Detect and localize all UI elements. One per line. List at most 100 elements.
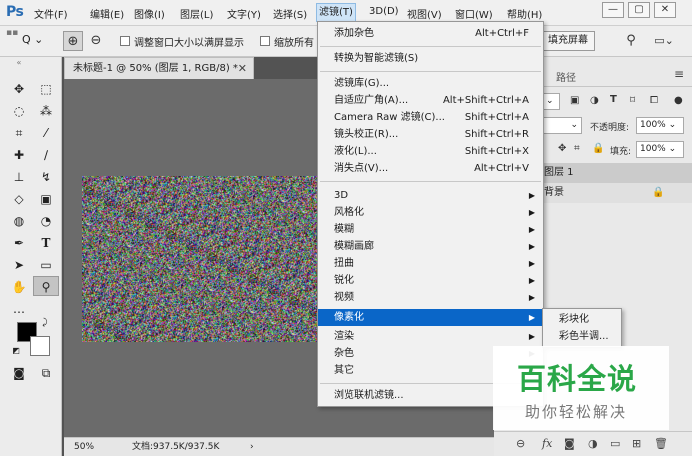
minimize-button[interactable]: — — [602, 2, 624, 18]
healing-brush-tool-icon[interactable]: ✚ — [6, 145, 32, 165]
smart-object-filter-icon[interactable]: ⧠ — [650, 95, 658, 106]
link-layers-icon[interactable]: ⊖ — [516, 437, 525, 450]
menu-3d[interactable]: 3D(D) — [369, 6, 399, 17]
menu-item-adaptive-wide-angle[interactable]: 自适应广角(A)... Alt+Shift+Ctrl+A — [318, 92, 543, 109]
menu-filter[interactable]: 滤镜(T) — [316, 3, 356, 22]
path-selection-tool-icon[interactable]: ➤ — [6, 255, 32, 275]
hand-tool-icon[interactable]: ✋ — [6, 277, 32, 297]
shape-filter-icon[interactable]: ⌑ — [630, 95, 635, 106]
menu-edit[interactable]: 编辑(E) — [90, 6, 124, 21]
status-menu-arrow-icon[interactable]: › — [250, 438, 254, 456]
magic-wand-tool-icon[interactable]: ⁂ — [33, 101, 59, 121]
new-layer-icon[interactable]: ⊞ — [632, 437, 641, 450]
noise-canvas-image[interactable] — [82, 176, 318, 342]
more-tools-icon[interactable]: … — [6, 299, 32, 319]
opacity-input[interactable]: 100% ⌄ — [636, 117, 684, 134]
lock-all-icon[interactable]: 🔒 — [592, 143, 604, 154]
menu-item-camera-raw[interactable]: Camera Raw 滤镜(C)... Shift+Ctrl+A — [318, 109, 543, 126]
default-colors-icon[interactable]: ◩ — [10, 345, 22, 357]
menu-window[interactable]: 窗口(W) — [455, 6, 493, 21]
fill-screen-button[interactable]: 填充屏幕 — [541, 31, 595, 51]
menu-file[interactable]: 文件(F) — [34, 6, 68, 21]
blur-tool-icon[interactable]: ◍ — [6, 211, 32, 231]
rectangle-tool-icon[interactable]: ▭ — [33, 255, 59, 275]
screen-mode-icon[interactable]: ⧉ — [33, 363, 59, 383]
restore-button[interactable]: ▢ — [628, 2, 650, 18]
layer-style-icon[interactable]: fx — [542, 437, 552, 450]
eyedropper-tool-icon[interactable]: ⁄ — [33, 123, 59, 143]
watermark-overlay: 百科全说 助你轻松解决 — [493, 346, 669, 430]
collapse-arrows-icon[interactable]: « — [6, 57, 32, 69]
menu-item-sharpen[interactable]: 锐化 ▶ — [318, 272, 543, 289]
lock-position-icon[interactable]: ✥ — [558, 143, 566, 154]
menu-help[interactable]: 帮助(H) — [507, 6, 542, 21]
submenu-item-color-halftone[interactable]: 彩色半调... — [543, 328, 621, 345]
type-tool-icon[interactable]: T — [33, 233, 59, 253]
type-filter-icon[interactable]: T — [610, 94, 617, 105]
menu-select[interactable]: 选择(S) — [273, 6, 307, 21]
blend-mode-select[interactable]: ⌄ — [542, 117, 582, 134]
fill-input[interactable]: 100% ⌄ — [636, 141, 684, 158]
layer-kind-select[interactable]: ⌄ — [542, 93, 560, 110]
submenu-item-facet[interactable]: 彩块化 — [543, 311, 621, 328]
menu-view[interactable]: 视图(V) — [407, 6, 442, 21]
menu-image[interactable]: 图像(I) — [134, 6, 165, 21]
menu-type[interactable]: 文字(Y) — [227, 6, 261, 21]
layer-name: 图层 1 — [544, 167, 574, 178]
tab-paths[interactable]: 路径 — [556, 69, 576, 84]
menu-item-vanishing-point[interactable]: 消失点(V)... Alt+Ctrl+V — [318, 160, 543, 177]
document-tab[interactable]: 未标题-1 @ 50% (图层 1, RGB/8) * ✕ — [64, 57, 254, 79]
menu-item-convert-smart-filter[interactable]: 转换为智能滤镜(S) — [318, 50, 543, 67]
status-zoom-level[interactable]: 50% — [74, 438, 94, 456]
menu-item-liquify[interactable]: 液化(L)... Shift+Ctrl+X — [318, 143, 543, 160]
swap-colors-icon[interactable]: ⤸ — [38, 317, 52, 329]
history-brush-tool-icon[interactable]: ↯ — [33, 167, 59, 187]
gradient-tool-icon[interactable]: ▣ — [33, 189, 59, 209]
adjustment-layer-icon[interactable]: ◑ — [588, 437, 598, 450]
clone-stamp-tool-icon[interactable]: ⊥ — [6, 167, 32, 187]
marquee-tool-icon[interactable]: ⬚ — [33, 79, 59, 99]
menu-item-last-filter[interactable]: 添加杂色 Alt+Ctrl+F — [318, 25, 543, 42]
zoom-tool-icon[interactable]: ⚲ — [33, 276, 59, 296]
menu-item-distort[interactable]: 扭曲 ▶ — [318, 255, 543, 272]
status-document-size: 文档:937.5K/937.5K — [132, 442, 220, 452]
menu-item-render[interactable]: 渲染 ▶ — [318, 328, 543, 345]
zoom-tool-preset-picker[interactable]: Q ⌄ — [22, 33, 43, 46]
workspace-switcher-icon[interactable]: ▭⌄ — [650, 31, 678, 51]
filter-toggle-icon[interactable]: ● — [674, 95, 683, 106]
zoom-all-checkbox[interactable] — [260, 36, 270, 46]
menu-item-stylize[interactable]: 风格化 ▶ — [318, 204, 543, 221]
adjustment-filter-icon[interactable]: ◑ — [590, 95, 599, 106]
quick-mask-icon[interactable]: ◙ — [6, 363, 32, 383]
menu-item-blur-gallery[interactable]: 模糊画廊 ▶ — [318, 238, 543, 255]
submenu-arrow-icon: ▶ — [528, 293, 535, 302]
menu-item-video[interactable]: 视频 ▶ — [318, 289, 543, 306]
zoom-in-icon[interactable]: ⊕ — [63, 31, 83, 51]
lock-artboard-icon[interactable]: ⌗ — [574, 143, 580, 154]
dodge-tool-icon[interactable]: ◔ — [33, 211, 59, 231]
menu-item-lens-correction[interactable]: 镜头校正(R)... Shift+Ctrl+R — [318, 126, 543, 143]
move-tool-icon[interactable]: ✥ — [6, 79, 32, 99]
menu-item-filter-gallery[interactable]: 滤镜库(G)... — [318, 75, 543, 92]
menu-layer[interactable]: 图层(L) — [180, 6, 213, 21]
delete-layer-icon[interactable]: 🗑 — [654, 437, 668, 450]
close-window-button[interactable]: ✕ — [654, 2, 676, 18]
fill-label: 填充: — [610, 147, 632, 157]
zoom-out-icon[interactable]: ⊖ — [86, 31, 106, 51]
panel-menu-icon[interactable]: ≡ — [674, 67, 684, 81]
add-mask-icon[interactable]: ◙ — [564, 437, 575, 450]
menu-item-blur[interactable]: 模糊 ▶ — [318, 221, 543, 238]
eraser-tool-icon[interactable]: ◇ — [6, 189, 32, 209]
pixel-filter-icon[interactable]: ▣ — [570, 95, 579, 106]
resize-windows-checkbox[interactable] — [120, 36, 130, 46]
menu-item-3d[interactable]: 3D ▶ — [318, 187, 543, 204]
menu-item-pixelate[interactable]: 像素化 ▶ — [318, 309, 543, 326]
search-icon[interactable]: ⚲ — [621, 31, 641, 51]
background-color-swatch[interactable] — [30, 336, 50, 356]
group-layers-icon[interactable]: ▭ — [610, 437, 620, 450]
crop-tool-icon[interactable]: ⌗ — [6, 123, 32, 143]
lasso-tool-icon[interactable]: ◌ — [6, 101, 32, 121]
pen-tool-icon[interactable]: ✒ — [6, 233, 32, 253]
close-tab-icon[interactable]: ✕ — [238, 58, 247, 79]
brush-tool-icon[interactable]: ∕ — [33, 145, 59, 165]
